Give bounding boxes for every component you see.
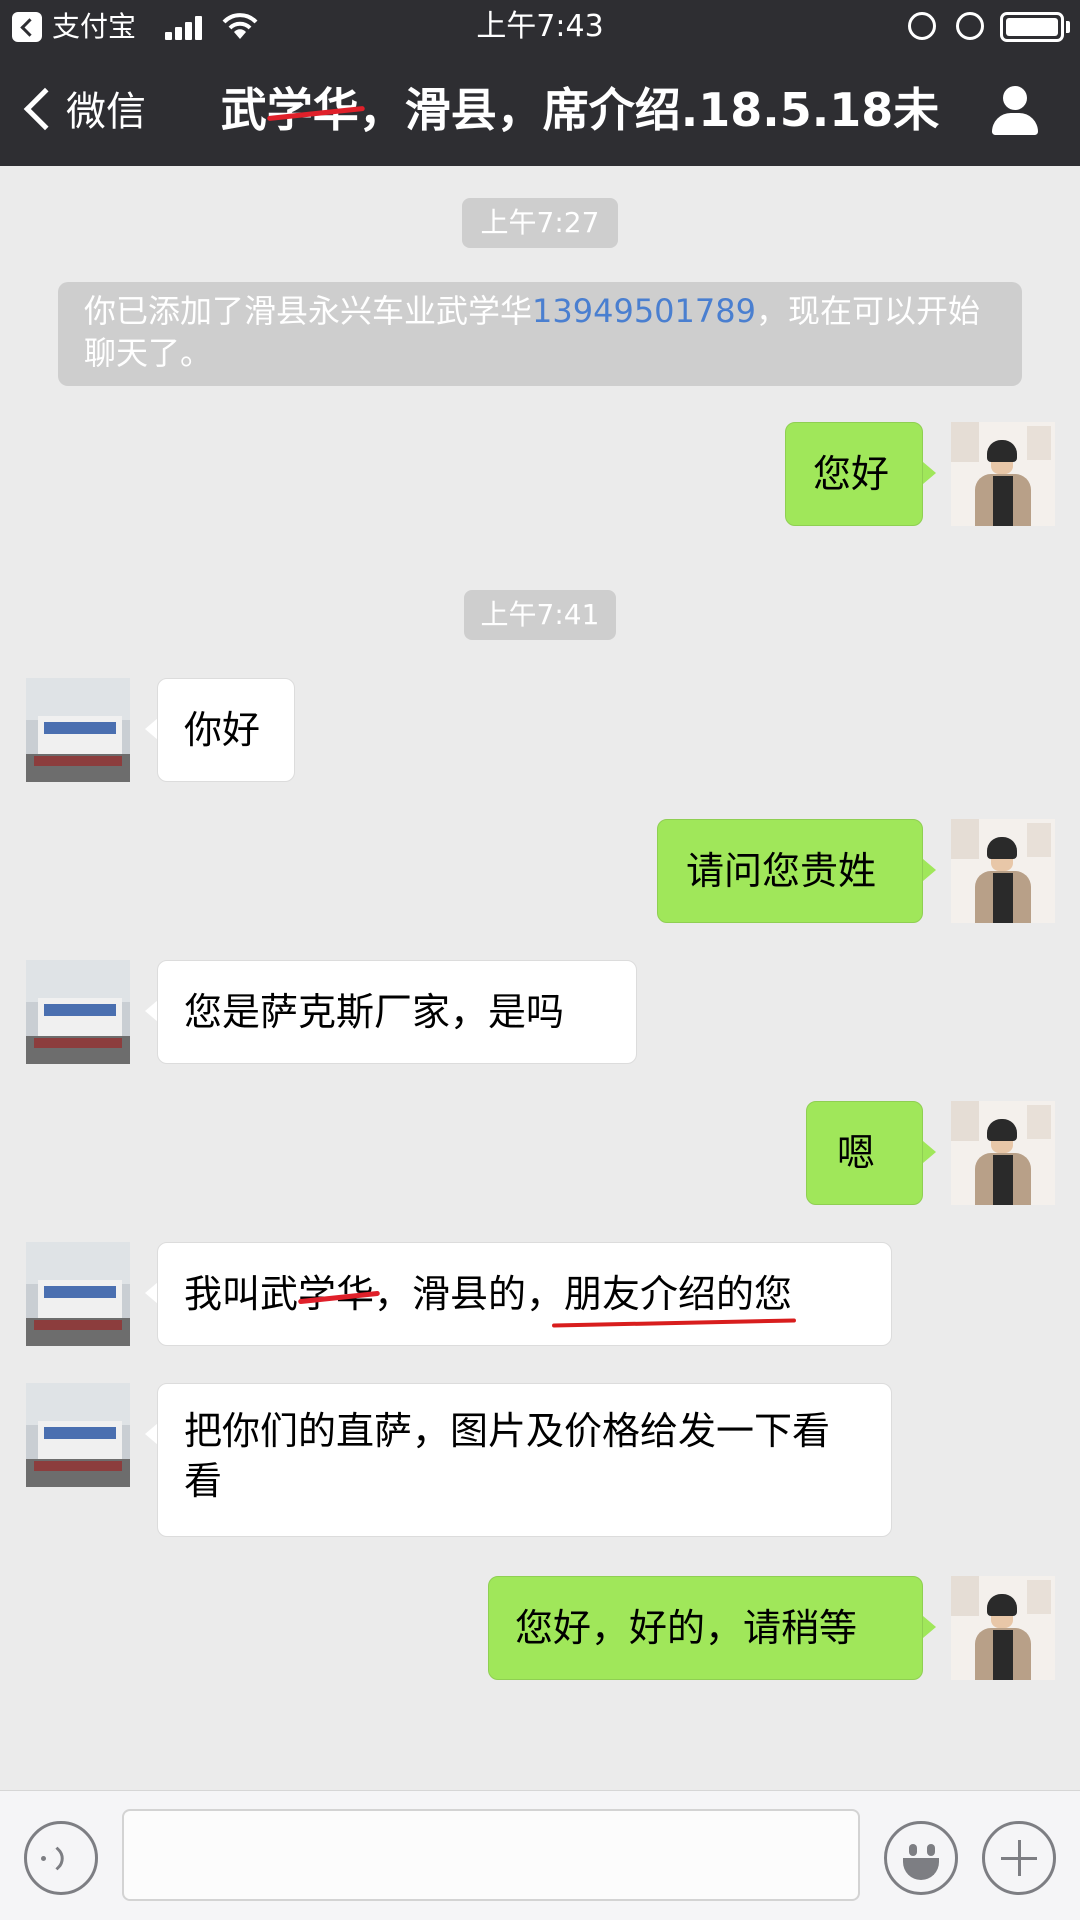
chat-title: 武学华，滑县，席介绍.18.5.18未	[200, 80, 960, 140]
message-text: 我叫武	[184, 1272, 299, 1316]
message-bubble-out[interactable]: 请问您贵姓	[657, 819, 923, 923]
battery-fill	[1006, 18, 1058, 36]
title-part-1: 武	[220, 83, 267, 137]
message-bubble-out[interactable]: 您好，好的，请稍等	[488, 1576, 923, 1680]
avatar[interactable]	[26, 960, 130, 1064]
back-chevron-icon	[23, 87, 67, 131]
battery-cap	[1066, 21, 1070, 33]
system-message-text: 你已添加了滑县永兴车业武学华	[84, 292, 533, 330]
rotation-lock-icon	[908, 12, 936, 40]
alarm-icon	[956, 12, 984, 40]
underlined-text: 朋友介绍的您	[564, 1269, 792, 1319]
avatar[interactable]	[951, 819, 1055, 923]
bubble-tail	[923, 1141, 936, 1163]
avatar[interactable]	[26, 1383, 130, 1487]
timestamp-2: 上午7:41	[464, 590, 616, 640]
title-part-2: ，滑县，席介绍.18.5.18未	[358, 83, 940, 137]
avatar[interactable]	[951, 422, 1055, 526]
message-input[interactable]	[122, 1809, 860, 1901]
bubble-tail	[923, 1616, 936, 1638]
message-text: ，滑县的，	[374, 1272, 565, 1316]
bubble-tail	[923, 462, 936, 484]
battery-icon	[1000, 12, 1064, 42]
phone-link[interactable]: 13949501789	[532, 292, 756, 330]
profile-icon[interactable]	[990, 86, 1040, 138]
nav-back-label: 微信	[66, 89, 146, 135]
bubble-tail	[923, 859, 936, 881]
nav-bar: 微信 武学华，滑县，席介绍.18.5.18未	[0, 54, 1080, 166]
system-message: 你已添加了滑县永兴车业武学华13949501789，现在可以开始聊天了。	[58, 282, 1022, 386]
message-bubble-in[interactable]: 我叫武学华，滑县的，朋友介绍的您	[157, 1242, 892, 1346]
timestamp-1: 上午7:27	[462, 198, 618, 248]
avatar[interactable]	[951, 1101, 1055, 1205]
voice-icon[interactable]	[24, 1821, 98, 1895]
avatar[interactable]	[951, 1576, 1055, 1680]
plus-icon[interactable]	[982, 1821, 1056, 1895]
message-bubble-out[interactable]: 您好	[785, 422, 923, 526]
message-bubble-in[interactable]: 您是萨克斯厂家，是吗	[157, 960, 637, 1064]
emoji-icon[interactable]	[884, 1821, 958, 1895]
avatar[interactable]	[26, 1242, 130, 1346]
status-bar: 支付宝 上午7:43	[0, 0, 1080, 54]
message-bubble-out[interactable]: 嗯	[806, 1101, 923, 1205]
input-bar	[0, 1790, 1080, 1920]
avatar[interactable]	[26, 678, 130, 782]
struck-name: 学华	[298, 1269, 374, 1319]
message-bubble-in[interactable]: 把你们的直萨，图片及价格给发一下看看	[157, 1383, 892, 1537]
title-struck-name: 学华	[267, 80, 359, 140]
message-bubble-in[interactable]: 你好	[157, 678, 295, 782]
